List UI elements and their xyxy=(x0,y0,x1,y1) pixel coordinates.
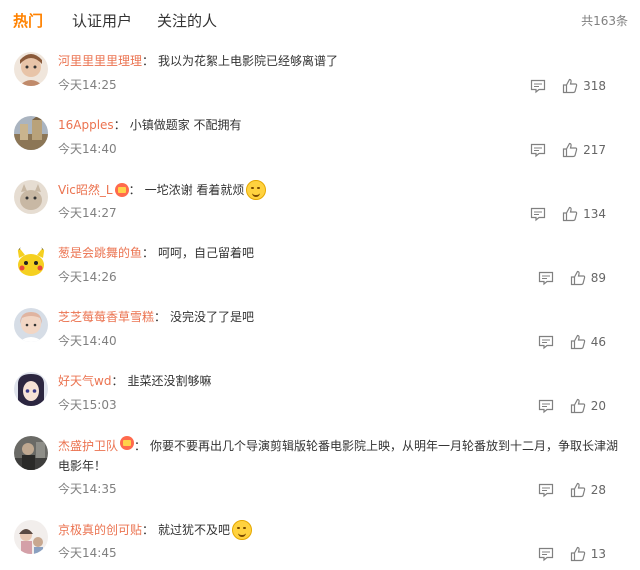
comment-item: 好天气wd：韭菜还没割够嘛 今天15:03 20 xyxy=(0,372,640,436)
member-badge-icon xyxy=(114,183,129,197)
comment-text: 小镇做题家 不配拥有 xyxy=(129,118,242,132)
comment-time: 今天14:45 xyxy=(58,546,117,560)
username-link[interactable]: 芝芝莓莓香草雪糕 xyxy=(58,308,154,326)
comment-text: 呵呵，自己留着吧 xyxy=(158,246,255,260)
username-link[interactable]: 葱是会跳舞的鱼 xyxy=(58,244,142,262)
reply-icon[interactable] xyxy=(538,546,554,562)
comment-time: 今天14:40 xyxy=(58,142,117,156)
username-link[interactable]: 杰盛护卫队 xyxy=(58,439,118,453)
avatar[interactable] xyxy=(14,372,48,406)
comment-line: 河里里里里理理：我以为花絮上电影院已经够离谱了 xyxy=(58,52,339,70)
reply-icon[interactable] xyxy=(530,78,546,94)
comment-item: 芝芝莓莓香草雪糕：没完没了了是吧 今天14:40 46 xyxy=(0,308,640,372)
comment-line: 京极真的创可贴：就过犹不及吧 xyxy=(58,520,253,540)
like-icon[interactable] xyxy=(562,206,578,222)
comment-line: 杰盛护卫队：你要不要再出几个导演剪辑版轮番电影院上映，从明年一月轮番放到十二月，… xyxy=(58,436,624,476)
like-count: 13 xyxy=(590,547,606,561)
reply-icon[interactable] xyxy=(530,206,546,222)
like-count: 318 xyxy=(583,79,606,93)
username-link[interactable]: 河里里里里理理 xyxy=(58,52,142,70)
username-link[interactable]: 好天气wd xyxy=(58,372,111,390)
username-link[interactable]: 16Apples xyxy=(58,116,114,134)
comment-item: 京极真的创可贴：就过犹不及吧 今天14:45 13 xyxy=(0,520,640,570)
tab-certified-users[interactable]: 认证用户 xyxy=(72,10,132,31)
comment-text: 韭菜还没割够嘛 xyxy=(127,374,212,388)
comment-line: 芝芝莓莓香草雪糕：没完没了了是吧 xyxy=(58,308,255,326)
like-icon[interactable] xyxy=(570,270,586,286)
comment-time: 今天14:25 xyxy=(58,78,117,92)
avatar[interactable] xyxy=(14,244,48,278)
comment-time: 今天15:03 xyxy=(58,398,117,412)
username-link[interactable]: Vic昭然_L xyxy=(58,181,113,199)
comment-text: 我以为花絮上电影院已经够离谱了 xyxy=(158,54,339,68)
like-icon[interactable] xyxy=(562,142,578,158)
emoji-icon xyxy=(246,180,267,200)
like-count: 89 xyxy=(590,271,606,285)
username-link[interactable]: 京极真的创可贴 xyxy=(58,521,142,539)
reply-icon[interactable] xyxy=(530,142,546,158)
comment-line: Vic昭然_L：一坨浓谢 看着就烦 xyxy=(58,180,267,200)
comment-item: 杰盛护卫队：你要不要再出几个导演剪辑版轮番电影院上映，从明年一月轮番放到十二月，… xyxy=(0,436,640,516)
like-icon[interactable] xyxy=(570,334,586,350)
comment-item: 16Apples：小镇做题家 不配拥有 今天14:40 217 xyxy=(0,116,640,180)
comment-time: 今天14:26 xyxy=(58,270,117,284)
comment-text: 没完没了了是吧 xyxy=(170,310,255,324)
reply-icon[interactable] xyxy=(538,398,554,414)
like-icon[interactable] xyxy=(570,482,586,498)
comment-line: 好天气wd：韭菜还没割够嘛 xyxy=(58,372,212,390)
avatar[interactable] xyxy=(14,436,48,470)
avatar[interactable] xyxy=(14,180,48,214)
like-icon[interactable] xyxy=(570,546,586,562)
comment-line: 葱是会跳舞的鱼：呵呵，自己留着吧 xyxy=(58,244,255,262)
comment-time: 今天14:35 xyxy=(58,482,117,496)
avatar[interactable] xyxy=(14,116,48,150)
comment-text: 就过犹不及吧 xyxy=(158,523,231,537)
like-count: 46 xyxy=(590,335,606,349)
like-icon[interactable] xyxy=(570,398,586,414)
member-badge-icon xyxy=(120,436,135,450)
reply-icon[interactable] xyxy=(538,482,554,498)
reply-icon[interactable] xyxy=(538,270,554,286)
reply-icon[interactable] xyxy=(538,334,554,350)
like-icon[interactable] xyxy=(562,78,578,94)
comment-item: 河里里里里理理：我以为花絮上电影院已经够离谱了 今天14:25 318 xyxy=(0,52,640,116)
comment-line: 16Apples：小镇做题家 不配拥有 xyxy=(58,116,242,134)
like-count: 20 xyxy=(590,399,606,413)
like-count: 134 xyxy=(583,207,606,221)
comment-time: 今天14:40 xyxy=(58,334,117,348)
comment-item: Vic昭然_L：一坨浓谢 看着就烦 今天14:27 134 xyxy=(0,180,640,244)
comment-time: 今天14:27 xyxy=(58,206,117,220)
like-count: 28 xyxy=(590,483,606,497)
emoji-icon xyxy=(232,520,253,540)
comment-item: 葱是会跳舞的鱼：呵呵，自己留着吧 今天14:26 89 xyxy=(0,244,640,308)
total-count: 共163条 xyxy=(581,14,628,28)
tab-following[interactable]: 关注的人 xyxy=(157,10,217,31)
tab-hot[interactable]: 热门 xyxy=(13,10,43,31)
avatar[interactable] xyxy=(14,308,48,342)
avatar[interactable] xyxy=(14,52,48,86)
like-count: 217 xyxy=(583,143,606,157)
comment-tabs: 热门 认证用户 关注的人 共163条 xyxy=(0,0,640,38)
avatar[interactable] xyxy=(14,520,48,554)
comment-text: 一坨浓谢 看着就烦 xyxy=(144,183,245,197)
